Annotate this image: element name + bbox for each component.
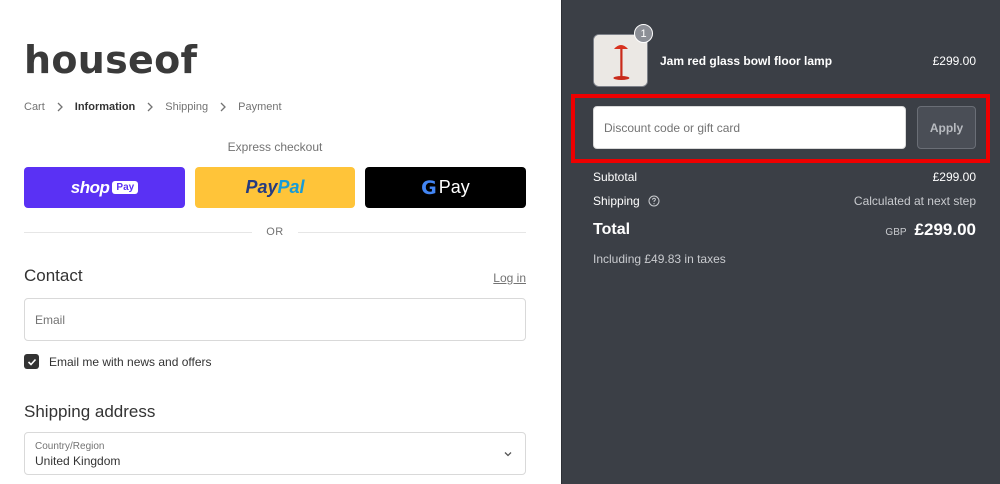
country-label: Country/Region	[35, 441, 105, 452]
paypal-wordmark-pal: Pal	[277, 177, 305, 197]
store-logo[interactable]: houseof	[24, 38, 197, 82]
country-select[interactable]: Country/Region United Kingdom	[24, 432, 526, 475]
google-pay-label: Pay	[438, 177, 470, 197]
breadcrumb-information: Information	[74, 101, 136, 113]
currency-code: GBP	[885, 227, 907, 238]
floor-lamp-image	[594, 35, 647, 86]
total-row: Total GBP £299.00	[593, 220, 976, 240]
help-icon[interactable]	[648, 195, 660, 207]
taxes-note: Including £49.83 in taxes	[593, 252, 726, 266]
newsletter-checkbox[interactable]	[24, 354, 39, 369]
shop-pay-badge: Pay	[112, 181, 139, 194]
subtotal-value: £299.00	[932, 170, 976, 184]
total-value: £299.00	[914, 220, 976, 239]
discount-code-input[interactable]	[594, 107, 905, 148]
paypal-button[interactable]: Pay Pal	[195, 167, 355, 208]
breadcrumb-payment: Payment	[238, 101, 282, 113]
paypal-wordmark-pay: Pay	[245, 177, 278, 197]
shipping-label: Shipping	[593, 194, 640, 208]
chevron-right-icon	[57, 102, 63, 112]
divider-line	[297, 231, 526, 233]
shipping-label-group: Shipping	[593, 194, 660, 208]
checkout-main: houseof Cart Information Shipping Paymen…	[0, 0, 561, 484]
chevron-down-icon	[504, 452, 512, 457]
subtotal-label: Subtotal	[593, 170, 638, 184]
shipping-value: Calculated at next step	[853, 194, 976, 208]
or-text: OR	[266, 226, 284, 238]
product-name: Jam red glass bowl floor lamp	[660, 54, 833, 68]
subtotal-row: Subtotal £299.00	[593, 170, 976, 184]
chevron-right-icon	[147, 102, 154, 112]
discount-input-wrapper	[593, 106, 906, 149]
shop-pay-button[interactable]: shop Pay	[24, 167, 185, 208]
apply-discount-button[interactable]: Apply	[917, 106, 976, 149]
email-field-wrapper	[24, 298, 526, 341]
shipping-row: Shipping Calculated at next step	[593, 194, 976, 208]
total-label: Total	[593, 221, 631, 238]
quantity-badge: 1	[634, 24, 653, 43]
country-value: United Kingdom	[35, 454, 121, 468]
newsletter-option: Email me with news and offers	[24, 354, 212, 369]
total-amount-group: GBP £299.00	[885, 220, 976, 240]
chevron-right-icon	[220, 102, 227, 112]
contact-title: Contact	[24, 266, 83, 285]
newsletter-label[interactable]: Email me with news and offers	[49, 355, 212, 369]
or-divider: OR	[24, 226, 526, 238]
checkmark-icon	[27, 358, 36, 366]
email-field[interactable]	[25, 299, 525, 340]
shop-pay-wordmark: shop	[70, 177, 110, 197]
google-g-icon: G	[421, 176, 437, 199]
breadcrumb-cart[interactable]: Cart	[24, 101, 45, 113]
product-price: £299.00	[932, 54, 976, 68]
breadcrumb: Cart Information Shipping Payment	[24, 101, 282, 113]
breadcrumb-shipping: Shipping	[165, 101, 209, 113]
login-link[interactable]: Log in	[493, 271, 526, 285]
divider-line	[24, 231, 253, 233]
shipping-address-title: Shipping address	[24, 402, 156, 421]
google-pay-button[interactable]: G Pay	[365, 167, 526, 208]
express-checkout-title: Express checkout	[227, 140, 323, 154]
